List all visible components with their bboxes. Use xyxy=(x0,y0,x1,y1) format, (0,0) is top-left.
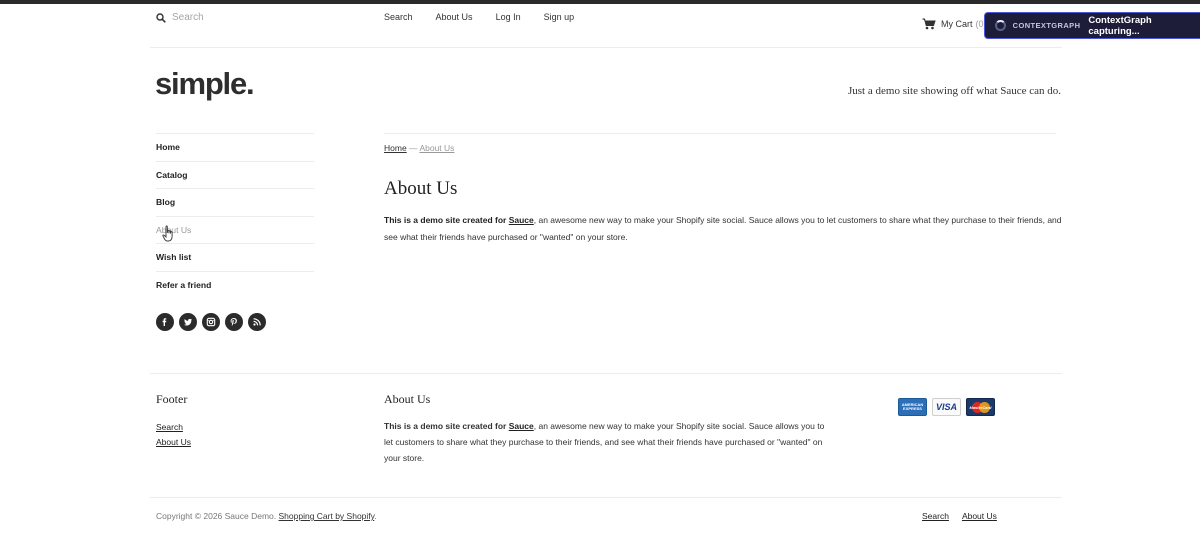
sidebar-item-wish-list[interactable]: Wish list xyxy=(156,243,314,271)
page-title: About Us xyxy=(384,178,458,199)
cart-label: My Cart xyxy=(941,19,973,29)
cart-icon xyxy=(922,18,936,30)
footer-about-text: This is a demo site created for Sauce, a… xyxy=(384,418,829,466)
breadcrumb: Home — About Us xyxy=(384,143,454,153)
footer-link-about-us[interactable]: About Us xyxy=(156,437,191,447)
site-logo[interactable]: simple. xyxy=(155,66,255,102)
top-nav-log-in[interactable]: Log In xyxy=(496,12,521,22)
sidebar-nav: Home Catalog Blog About Us Wish list Ref… xyxy=(156,133,314,298)
footer-links: Search About Us xyxy=(156,420,191,450)
site-tagline: Just a demo site showing off what Sauce … xyxy=(848,85,1062,97)
bottom-divider xyxy=(150,497,1062,498)
twitter-icon[interactable] xyxy=(179,313,197,331)
payment-methods: AMERICAN EXPRESS VISA MasterCard xyxy=(898,398,995,416)
page-body: This is a demo site created for Sauce, a… xyxy=(384,212,1064,245)
cart-link[interactable]: My Cart (0) xyxy=(922,18,987,30)
search-icon xyxy=(156,12,166,23)
toast-message: ContextGraph capturing... xyxy=(1088,14,1152,37)
bottom-links: Search About Us xyxy=(922,511,1010,521)
breadcrumb-home[interactable]: Home xyxy=(384,143,407,153)
top-nav-sign-up[interactable]: Sign up xyxy=(544,12,575,22)
instagram-icon[interactable] xyxy=(202,313,220,331)
toast-brand: CONTEXTGRAPH xyxy=(1012,21,1081,30)
bottom-link-about-us[interactable]: About Us xyxy=(962,511,997,521)
footer-col1-title: Footer xyxy=(156,392,188,406)
footer-sauce-link[interactable]: Sauce xyxy=(509,421,534,431)
extension-toast: CONTEXTGRAPH ContextGraph capturing... xyxy=(984,12,1200,39)
facebook-icon[interactable] xyxy=(156,313,174,331)
sidebar-item-about-us[interactable]: About Us xyxy=(156,215,314,244)
sidebar-item-catalog[interactable]: Catalog xyxy=(156,160,314,189)
search-input[interactable] xyxy=(172,12,322,23)
rss-icon[interactable] xyxy=(248,313,266,331)
breadcrumb-separator: — xyxy=(406,143,420,153)
sauce-link[interactable]: Sauce xyxy=(509,215,534,225)
bottom-link-search[interactable]: Search xyxy=(922,511,949,521)
breadcrumb-current[interactable]: About Us xyxy=(419,143,454,153)
sidebar-item-refer-a-friend[interactable]: Refer a friend xyxy=(156,270,314,299)
spinner-icon xyxy=(995,20,1006,31)
footer-col2-title: About Us xyxy=(384,392,431,406)
top-nav-about-us[interactable]: About Us xyxy=(436,12,473,22)
footer-intro: This is a demo site created for xyxy=(384,421,509,431)
top-nav: Search About Us Log In Sign up xyxy=(384,12,597,22)
hand-cursor-icon xyxy=(162,225,173,242)
pinterest-icon[interactable] xyxy=(225,313,243,331)
footer-divider xyxy=(150,373,1062,374)
footer-link-search[interactable]: Search xyxy=(156,422,183,432)
amex-card-icon: AMERICAN EXPRESS xyxy=(898,398,927,416)
shopify-link[interactable]: Shopping Cart by Shopify xyxy=(279,511,375,521)
header-divider xyxy=(150,47,1062,48)
header-search xyxy=(156,12,322,23)
copyright: Copyright © 2026 Sauce Demo. Shopping Ca… xyxy=(156,511,377,521)
body-intro: This is a demo site created for xyxy=(384,215,509,225)
sidebar-item-home[interactable]: Home xyxy=(156,133,314,161)
mastercard-card-icon: MasterCard xyxy=(966,398,995,416)
sidebar-item-blog[interactable]: Blog xyxy=(156,188,314,216)
social-links xyxy=(156,313,266,331)
top-accent-bar xyxy=(0,0,1200,4)
top-nav-search[interactable]: Search xyxy=(384,12,413,22)
content-divider xyxy=(384,133,1056,134)
visa-card-icon: VISA xyxy=(932,398,961,416)
